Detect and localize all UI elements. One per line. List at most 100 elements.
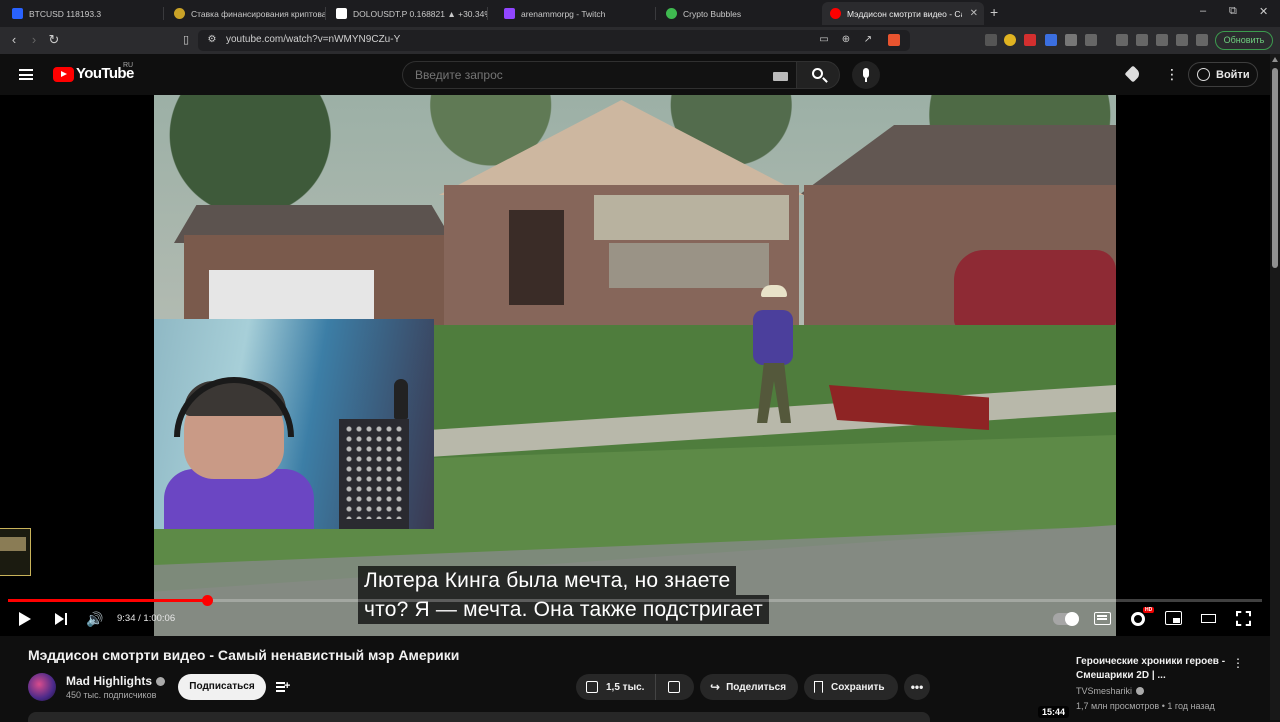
channel-name[interactable]: Mad Highlights: [66, 674, 165, 688]
search-icon: [812, 68, 823, 79]
share-icon: ↪: [710, 680, 721, 694]
channel-name-text[interactable]: Mad Highlights: [66, 674, 152, 688]
menu-icon[interactable]: [19, 69, 33, 80]
like-button[interactable]: 1,5 тыс.: [576, 674, 656, 700]
like-count: 1,5 тыс.: [606, 681, 645, 693]
tab-title: arenammorpg - Twitch: [521, 8, 606, 19]
voice-search-icon[interactable]: [852, 61, 880, 89]
share-page-icon[interactable]: ↗: [860, 32, 876, 48]
signin-label: Войти: [1216, 68, 1250, 81]
time-display: 9:34 / 1:00:06: [117, 613, 176, 624]
url-text: youtube.com/watch?v=nWMYN9CZu-Y: [226, 34, 401, 45]
settings-gear-icon[interactable]: [1131, 612, 1145, 626]
page-scrollbar[interactable]: [1270, 54, 1280, 720]
search-box: [402, 61, 796, 89]
browser-tab-strip: BTCUSD 118193.3 Ставка финансирования кр…: [0, 0, 1280, 27]
brave-shield-icon[interactable]: [888, 34, 900, 46]
autoplay-toggle[interactable]: [1053, 612, 1079, 626]
maximize-icon[interactable]: ⧉: [1229, 5, 1237, 18]
settings-icon[interactable]: [1196, 34, 1208, 46]
address-bar[interactable]: ⚙ youtube.com/watch?v=nWMYN9CZu-Y ▭ ⊕ ↗: [198, 30, 910, 51]
tab-btcusd[interactable]: BTCUSD 118193.3: [4, 2, 164, 25]
miniplayer-icon[interactable]: [1165, 611, 1182, 625]
extension-icon[interactable]: [1024, 34, 1036, 46]
more-actions-button[interactable]: •••: [904, 674, 930, 700]
extension-icon[interactable]: [985, 34, 997, 46]
tab-dolousdt[interactable]: DOLOUSDT.P 0.168821 ▲ +30.34% U...: [328, 2, 488, 25]
search-input[interactable]: [415, 68, 755, 82]
progress-bar[interactable]: [8, 594, 1262, 606]
keyboard-icon[interactable]: [773, 72, 788, 81]
tab-title: BTCUSD 118193.3: [29, 8, 102, 19]
subtitle-line: Лютера Кинга была мечта, но знаете: [358, 566, 737, 595]
install-app-icon[interactable]: ▭: [816, 32, 832, 48]
tab-title: Crypto Bubbles: [683, 8, 742, 19]
add-to-playlist-icon[interactable]: [276, 680, 290, 693]
screenshot-icon[interactable]: [1085, 34, 1097, 46]
settings-more-icon[interactable]: ⋮: [1165, 67, 1179, 81]
wallet-icon[interactable]: [1156, 34, 1168, 46]
sidebar-icon[interactable]: [1136, 34, 1148, 46]
zoom-icon[interactable]: ⊕: [838, 32, 854, 48]
theater-mode-icon[interactable]: [1201, 614, 1216, 623]
channel-avatar[interactable]: [28, 673, 56, 701]
tab-title: Мэддисон смотрти видео - Сам...: [847, 8, 962, 19]
extensions-puzzle-icon[interactable]: [1065, 34, 1077, 46]
side-widget[interactable]: [0, 528, 31, 576]
share-button[interactable]: ↪ Поделиться: [700, 674, 798, 700]
signin-button[interactable]: Войти: [1188, 62, 1258, 87]
back-icon[interactable]: ‹: [6, 32, 22, 48]
reload-icon[interactable]: ↻: [46, 32, 62, 48]
new-tab-button[interactable]: +: [990, 4, 998, 20]
fullscreen-icon[interactable]: [1236, 611, 1251, 626]
bookmark-icon[interactable]: ▯: [178, 32, 194, 48]
close-tab-icon[interactable]: ✕: [970, 8, 978, 19]
bookmark-save-icon: [814, 681, 823, 693]
webcam-overlay: [154, 319, 434, 529]
recommendation-menu-icon[interactable]: ⋮: [1232, 656, 1244, 670]
tab-youtube-active[interactable]: Мэддисон смотрти видео - Сам... ✕: [822, 2, 984, 25]
video-player[interactable]: Лютера Кинга была мечта, но знаете что? …: [0, 95, 1270, 636]
scrollbar-thumb[interactable]: [1272, 68, 1278, 268]
youtube-logo-icon[interactable]: [53, 67, 74, 82]
volume-icon[interactable]: 🔊: [84, 607, 106, 631]
premium-tag-icon[interactable]: [1124, 65, 1142, 83]
next-button[interactable]: [50, 607, 72, 631]
close-window-icon[interactable]: ✕: [1259, 5, 1268, 18]
scroll-up-icon[interactable]: [1272, 57, 1278, 62]
progress-played: [8, 599, 208, 602]
video-frame[interactable]: [154, 95, 1116, 636]
site-settings-icon[interactable]: ⚙: [204, 32, 220, 48]
description-box[interactable]: [28, 712, 930, 722]
recommendation-channel-name[interactable]: TVSmeshariki: [1076, 686, 1132, 696]
save-button[interactable]: Сохранить: [804, 674, 898, 700]
ai-icon[interactable]: [1176, 34, 1188, 46]
extension-icon[interactable]: [1045, 34, 1057, 46]
subscribe-button[interactable]: Подписаться: [178, 674, 266, 700]
play-button[interactable]: [14, 607, 36, 631]
tradingview-icon: [12, 8, 23, 19]
minimize-icon[interactable]: –: [1200, 5, 1206, 17]
music-icon[interactable]: [1116, 34, 1128, 46]
browser-navbar: ‹ › ↻ ▯ ⚙ youtube.com/watch?v=nWMYN9CZu-…: [0, 27, 1280, 54]
scrubber-handle[interactable]: [201, 594, 213, 606]
thumbs-down-icon[interactable]: [668, 681, 680, 693]
recommendation-title[interactable]: Героические хроники героев - Смешарики 2…: [1076, 655, 1226, 683]
search-button[interactable]: [796, 61, 840, 89]
update-browser-button[interactable]: Обновить: [1215, 31, 1273, 50]
forward-icon[interactable]: ›: [26, 32, 42, 48]
crypto-bubbles-icon: [666, 8, 677, 19]
youtube-header: YouTube RU ⋮ Войти: [0, 54, 1270, 95]
extension-icon[interactable]: [1004, 34, 1016, 46]
subtitles-icon[interactable]: [1094, 612, 1111, 625]
recommendation-channel[interactable]: TVSmeshariki: [1076, 686, 1145, 696]
share-label: Поделиться: [726, 681, 787, 693]
duration: 1:00:06: [143, 613, 176, 624]
verified-icon: [156, 676, 165, 686]
tab-crypto-bubbles[interactable]: Crypto Bubbles: [658, 2, 818, 25]
verified-icon: [1136, 687, 1145, 695]
coinglass-icon: [174, 8, 185, 19]
thumbs-up-icon: [586, 681, 598, 693]
tab-twitch[interactable]: arenammorpg - Twitch: [496, 2, 656, 25]
tab-funding-rate[interactable]: Ставка финансирования криптова...: [166, 2, 326, 25]
